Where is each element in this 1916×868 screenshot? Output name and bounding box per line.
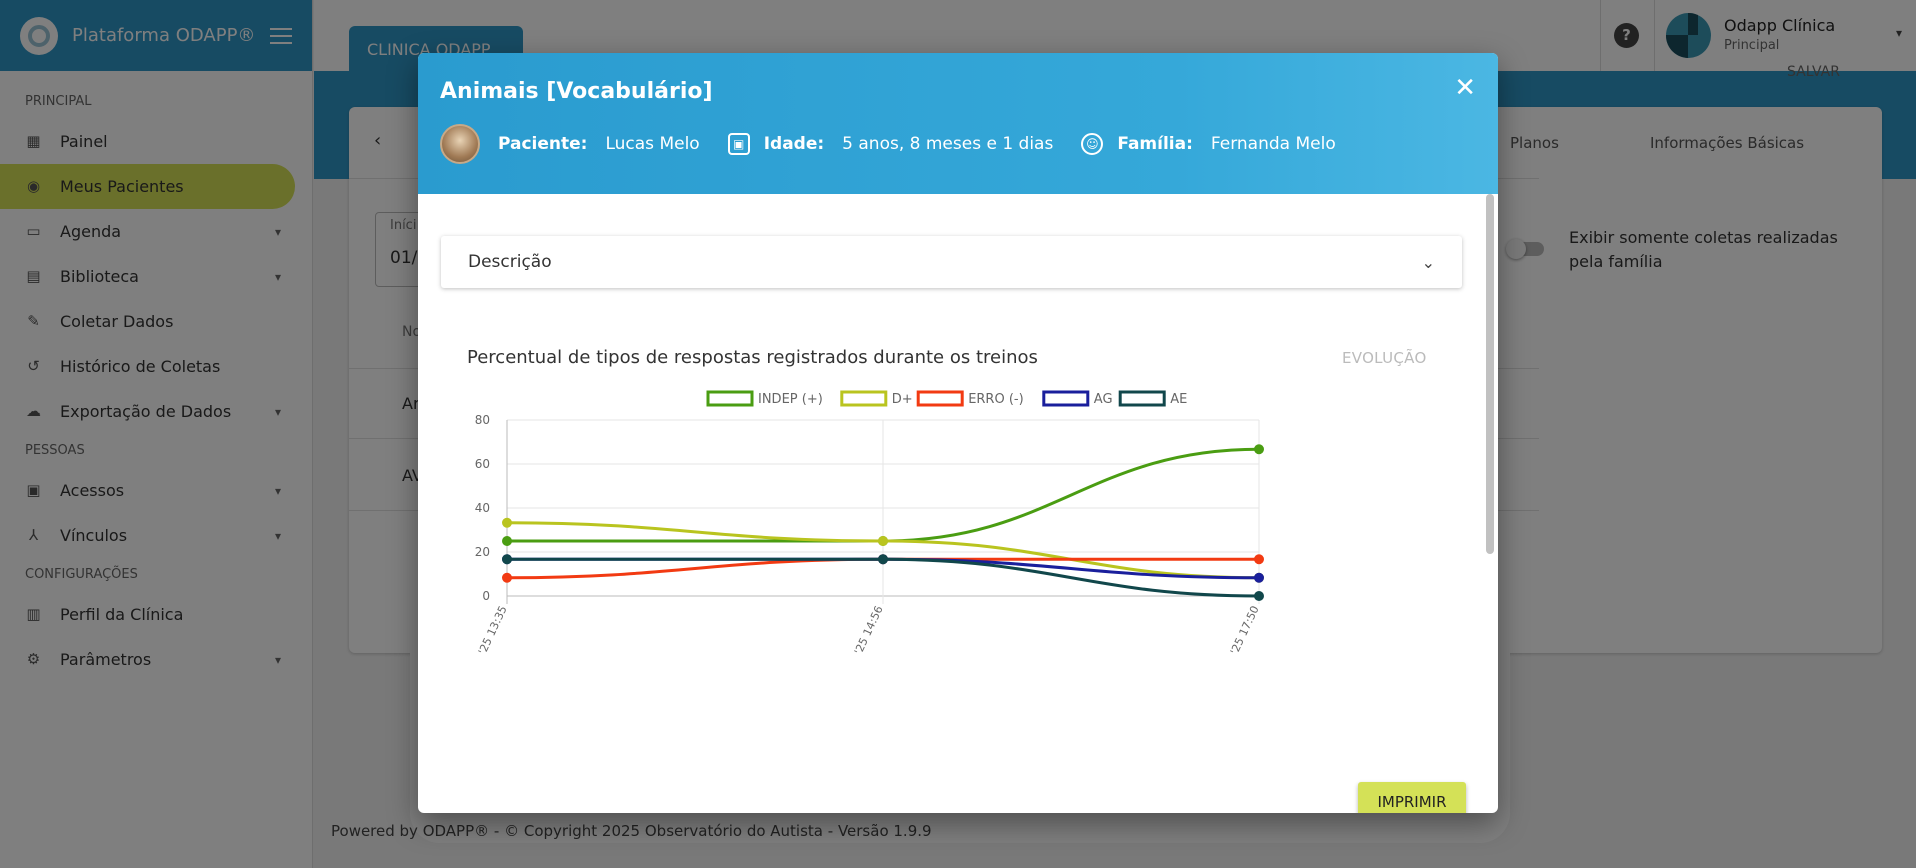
data-point [502, 554, 512, 565]
patient-name: Lucas Melo [605, 134, 700, 154]
legend-swatch [1118, 390, 1166, 407]
y-tick-label: 80 [475, 413, 490, 427]
legend-label: ERRO (-) [968, 392, 1023, 407]
family-label: Família: [1117, 134, 1193, 154]
legend-label: INDEP (+) [758, 392, 823, 407]
x-tick-label: '25 13:35 [476, 604, 510, 657]
y-tick-label: 60 [475, 457, 490, 471]
data-point [1254, 554, 1264, 565]
y-tick-label: 40 [475, 501, 490, 515]
patient-photo [440, 124, 480, 164]
age-label: Idade: [763, 134, 825, 154]
legend-swatch [916, 390, 964, 407]
modal-header: Animais [Vocabulário] ✕ Paciente: Lucas … [418, 53, 1498, 194]
close-icon[interactable]: ✕ [1454, 75, 1476, 101]
data-point [502, 517, 512, 528]
print-button[interactable]: IMPRIMIR [1358, 782, 1466, 813]
x-tick-label: '25 14:56 [852, 604, 886, 657]
modal-body: Descrição ⌄ Percentual de tipos de respo… [418, 194, 1498, 813]
y-tick-label: 20 [475, 545, 490, 559]
legend-swatch [840, 390, 888, 407]
vocabulary-modal: Animais [Vocabulário] ✕ Paciente: Lucas … [418, 53, 1498, 813]
family-value: Fernanda Melo [1210, 134, 1336, 154]
modal-title: Animais [Vocabulário] [440, 79, 713, 104]
data-point [502, 572, 512, 583]
legend-label: AG [1094, 392, 1113, 407]
data-point [1254, 591, 1264, 601]
legend-label: D+ [892, 392, 913, 407]
data-point [878, 554, 888, 565]
data-point [878, 536, 888, 546]
age-value: 5 anos, 8 meses e 1 dias [842, 134, 1054, 154]
id-card-icon: ▣ [727, 133, 750, 155]
legend-swatch [1042, 390, 1090, 407]
data-point [1254, 572, 1264, 583]
patient-info: Paciente: Lucas Melo ▣ Idade: 5 anos, 8 … [440, 124, 1476, 164]
patient-label: Paciente: [498, 134, 588, 154]
x-tick-label: '25 17:50 [1228, 604, 1262, 657]
y-tick-label: 0 [482, 589, 490, 603]
data-point [1254, 444, 1264, 455]
response-chart: INDEP (+) D+ ERRO (-) AG AE 0 20 40 60 80 '25 13:… [475, 390, 1264, 657]
legend-swatch [706, 390, 754, 407]
data-point [502, 536, 512, 546]
family-icon: ☺ [1081, 133, 1104, 155]
legend-label: AE [1170, 392, 1187, 407]
